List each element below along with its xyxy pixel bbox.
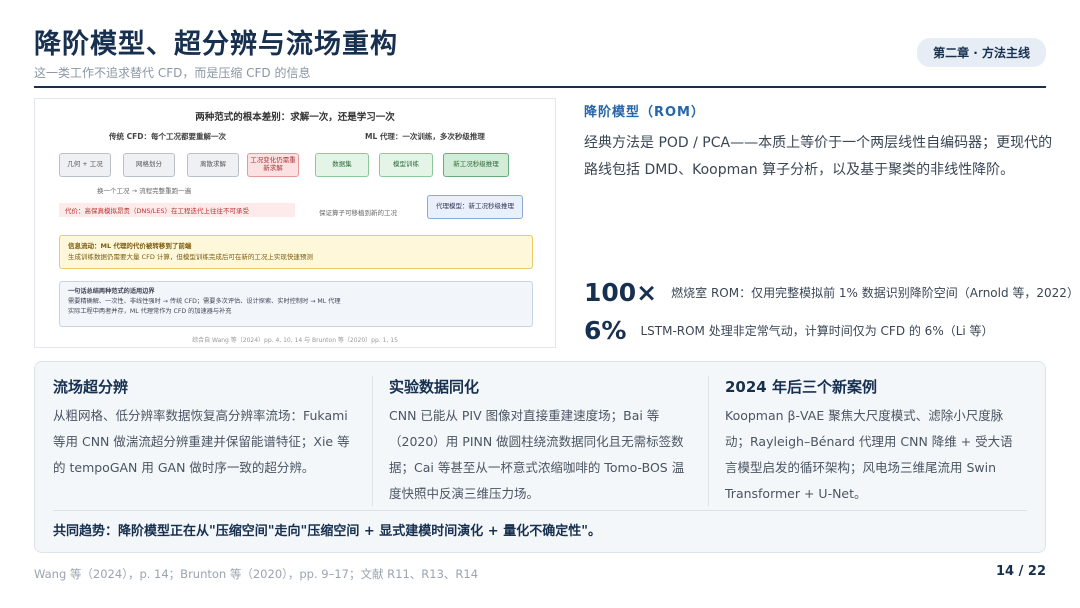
figure-summary-box: 一句话总结两种范式的适用边界 需要精确解、一次性、非线性强时 → 传统 CFD；… [59, 281, 533, 327]
stat-description: 燃烧室 ROM：仅用完整模拟前 1% 数据识别降阶空间（Arnold 等，202… [671, 286, 1079, 300]
figure-summary-line-2: 实际工程中两者并存，ML 代理常作为 CFD 的加速器与补充 [68, 307, 232, 315]
column-heading: 实验数据同化 [389, 378, 480, 396]
column-data-assimilation: 实验数据同化 CNN 已能从 PIV 图像对直接重建速度场；Bai 等（2020… [389, 376, 689, 507]
figure-box-solve: 离散求解 [187, 153, 239, 177]
chapter-badge: 第二章 · 方法主线 [917, 38, 1046, 67]
rom-body: 经典方法是 POD / PCA——本质上等价于一个两层线性自编码器；更现代的路线… [584, 135, 1053, 178]
page-title: 降阶模型、超分辨与流场重构 [34, 29, 398, 60]
figure-cost-note: 代价：高保真模拟昂贵（DNS/LES）在工程迭代上往往不可承受 [59, 203, 295, 217]
column-new-cases: 2024 年后三个新案例 Koopman β-VAE 聚焦大尺度模式、滤除小尺度… [725, 376, 1025, 507]
figure-summary-line-1: 需要精确解、一次性、非线性强时 → 传统 CFD；需要多次评估、设计探索、实时控… [68, 297, 341, 305]
column-divider [708, 376, 709, 506]
figure-box-inference: 新工况秒级推理 [443, 153, 509, 177]
figure-info-flow-box: 信息流动：ML 代理的代价被转移到了前端 生成训练数据仍需要大量 CFD 计算，… [59, 235, 533, 269]
column-heading: 流场超分辨 [53, 378, 129, 396]
figure-box-geometry: 几何 + 工况 [59, 153, 111, 177]
column-divider [372, 376, 373, 506]
applications-panel: 流场超分辨 从粗网格、低分辨率数据恢复高分辨率流场：Fukami 等用 CNN … [34, 361, 1046, 553]
column-body: Koopman β-VAE 聚焦大尺度模式、滤除小尺度脉动；Rayleigh–B… [725, 408, 1013, 501]
column-body: 从粗网格、低分辨率数据恢复高分辨率流场：Fukami 等用 CNN 做湍流超分辨… [53, 408, 350, 475]
column-super-resolution: 流场超分辨 从粗网格、低分辨率数据恢复高分辨率流场：Fukami 等用 CNN … [53, 376, 353, 481]
header-divider [34, 86, 1046, 88]
column-body: CNN 已能从 PIV 图像对直接重建速度场；Bai 等（2020）用 PINN… [389, 408, 685, 501]
stat-number: 6% [584, 316, 627, 345]
figure-left-heading: 传统 CFD：每个工况都要重解一次 [109, 132, 226, 141]
stat-number: 100× [584, 278, 658, 307]
figure-box-training: 模型训练 [379, 153, 433, 177]
figure-box-new-case: 代理模型：新工况秒级推理 [427, 195, 523, 219]
figure-box-mesh: 网格划分 [123, 153, 175, 177]
page-subtitle: 这一类工作不追求替代 CFD，而是压缩 CFD 的信息 [34, 66, 311, 80]
common-trend-text: 共同趋势：降阶模型正在从"压缩空间"走向"压缩空间 + 显式建模时间演化 + 量… [53, 524, 601, 539]
panel-divider [53, 510, 1027, 511]
figure-left-note: 换一个工况 → 流程完整重跑一遍 [97, 187, 192, 195]
stat-description: LSTM-ROM 处理非定常气动，计算时间仅为 CFD 的 6%（Li 等） [640, 324, 994, 338]
figure-summary-title: 一句话总结两种范式的适用边界 [68, 288, 155, 295]
figure-info-flow-text: 生成训练数据仍需要大量 CFD 计算，但模型训练完成后可在新的工况上实现快速预测 [68, 253, 313, 262]
footer-sources: Wang 等（2024），p. 14；Brunton 等（2020），pp. 9… [34, 567, 479, 581]
paradigm-comparison-figure: 两种范式的根本差别：求解一次，还是学习一次 传统 CFD：每个工况都要重解一次 … [34, 98, 556, 348]
stat-row: 6% LSTM-ROM 处理非定常气动，计算时间仅为 CFD 的 6%（Li 等… [584, 316, 994, 345]
figure-box-resolve: 工况变化仍需重新求解 [247, 153, 299, 177]
figure-right-note: 保证算子可移植到新的工况 [319, 209, 397, 217]
rom-heading: 降阶模型（ROM） [584, 105, 705, 120]
page-number: 14 / 22 [996, 564, 1046, 579]
column-heading: 2024 年后三个新案例 [725, 378, 877, 396]
figure-info-flow-title: 信息流动：ML 代理的代价被转移到了前端 [68, 242, 192, 250]
figure-right-heading: ML 代理：一次训练，多次秒级推理 [365, 132, 485, 141]
figure-box-dataset: 数据集 [315, 153, 369, 177]
figure-title: 两种范式的根本差别：求解一次，还是学习一次 [195, 112, 395, 123]
figure-caption: 综合自 Wang 等（2024）pp. 4, 10, 14 与 Brunton … [192, 337, 398, 344]
stat-row: 100× 燃烧室 ROM：仅用完整模拟前 1% 数据识别降阶空间（Arnold … [584, 278, 1079, 307]
